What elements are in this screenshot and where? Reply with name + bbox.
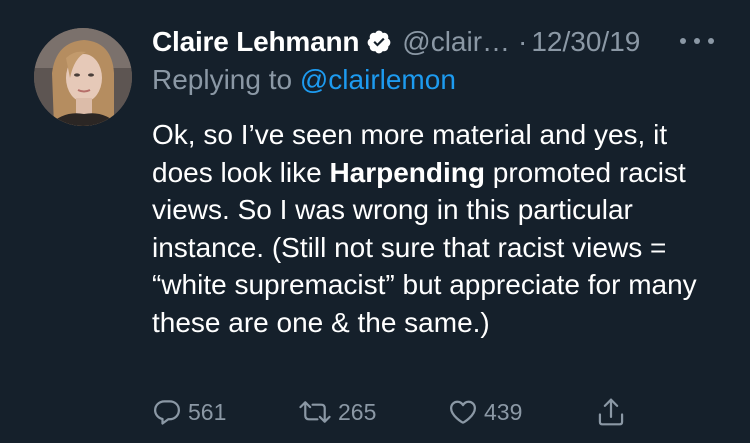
reply-icon: [152, 397, 182, 427]
verified-badge-icon: [366, 29, 392, 55]
like-button[interactable]: 439: [448, 394, 522, 430]
header-separator: ·: [518, 26, 528, 57]
retweet-button[interactable]: 265: [298, 394, 376, 430]
tweet-date[interactable]: 12/30/19: [531, 26, 640, 58]
reply-count: 561: [188, 398, 227, 425]
share-button[interactable]: [596, 394, 626, 430]
author-display-name[interactable]: Claire Lehmann: [152, 26, 359, 58]
author-handle[interactable]: @clair…: [402, 26, 510, 58]
avatar-photo: [34, 28, 132, 126]
replying-to-handle-link[interactable]: @clairlemon: [300, 64, 456, 95]
more-dots-icon[interactable]: [680, 31, 714, 51]
replying-to: Replying to @clairlemon: [152, 64, 456, 96]
tweet[interactable]: Claire Lehmann @clair… · 12/30/19 Replyi…: [0, 0, 750, 443]
tweet-text-bold: Harpending: [329, 156, 485, 188]
tweet-header: Claire Lehmann @clair… · 12/30/19: [152, 24, 640, 60]
replying-to-prefix: Replying to: [152, 64, 300, 95]
retweet-count: 265: [338, 398, 377, 425]
like-count: 439: [484, 398, 523, 425]
retweet-icon: [298, 397, 332, 427]
like-icon: [448, 397, 478, 427]
tweet-actions: 561 265 439: [152, 394, 712, 430]
reply-button[interactable]: 561: [152, 394, 226, 430]
avatar[interactable]: [34, 28, 132, 126]
tweet-text: Ok, so I’ve seen more material and yes, …: [152, 116, 732, 341]
share-icon: [596, 396, 626, 428]
